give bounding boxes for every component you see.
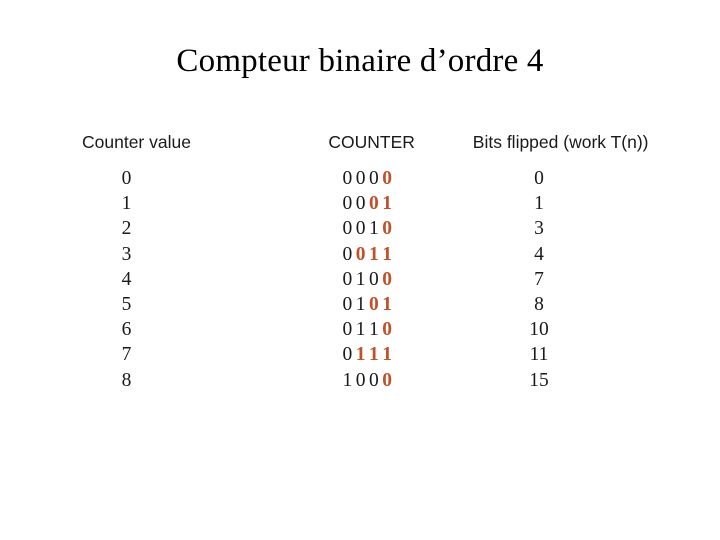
counter-bit-flipped: 1 bbox=[382, 243, 393, 265]
counter-bit-flipped: 0 bbox=[369, 193, 380, 215]
counter-bit: 0 bbox=[342, 218, 353, 240]
table-row: 100011 bbox=[60, 191, 680, 216]
counter-bit-flipped: 0 bbox=[382, 218, 393, 240]
counter-bit: 1 bbox=[355, 268, 366, 290]
counter-bit-flipped: 1 bbox=[382, 193, 393, 215]
counter-bit-flipped: 0 bbox=[382, 168, 393, 189]
cell-counter-value: 4 bbox=[121, 268, 132, 290]
cell-counter-value: 7 bbox=[121, 344, 132, 366]
counter-bit-flipped: 0 bbox=[382, 369, 393, 391]
counter-bit: 0 bbox=[342, 243, 353, 265]
cell-bits-flipped: 8 bbox=[534, 293, 544, 315]
counter-bit: 1 bbox=[369, 319, 380, 341]
counter-bit: 1 bbox=[342, 369, 353, 391]
cell-bits-flipped: 10 bbox=[529, 319, 549, 341]
counter-bit: 0 bbox=[355, 168, 366, 189]
table-header-row: Counter value COUNTER Bits flipped (work… bbox=[60, 131, 680, 157]
column-header-counter-value: Counter value bbox=[82, 132, 191, 152]
cell-bits-flipped: 4 bbox=[534, 243, 544, 265]
counter-bit: 1 bbox=[369, 218, 380, 240]
cell-counter-bits: 0010 bbox=[275, 216, 460, 241]
counter-bit: 0 bbox=[342, 168, 353, 189]
counter-bit-flipped: 1 bbox=[382, 344, 393, 366]
table-row: 000000 bbox=[60, 166, 680, 191]
counter-bit-flipped: 0 bbox=[355, 243, 366, 265]
cell-counter-value: 2 bbox=[121, 218, 132, 240]
counter-bit: 0 bbox=[355, 193, 366, 215]
counter-bit: 0 bbox=[342, 293, 353, 315]
table-row: 200103 bbox=[60, 216, 680, 241]
table-row: 6 0 1 1 0 10 bbox=[60, 317, 680, 342]
table-row: 401007 bbox=[60, 267, 680, 292]
cell-bits-flipped: 11 bbox=[529, 344, 549, 366]
cell-counter-bits: 0101 bbox=[275, 292, 460, 317]
counter-bit: 0 bbox=[369, 369, 380, 391]
counter-bit: 0 bbox=[342, 344, 353, 366]
table-body: 0000001000112001033001144010075010186011… bbox=[60, 166, 680, 393]
counter-bit-flipped: 1 bbox=[355, 344, 366, 366]
counter-bit: 0 bbox=[355, 369, 366, 391]
cell-counter-value: 0 bbox=[121, 168, 132, 189]
counter-bit-flipped: 0 bbox=[369, 293, 380, 315]
cell-bits-flipped: 7 bbox=[534, 268, 544, 290]
table-row: 7 0 1 1 1 11 bbox=[60, 342, 680, 367]
cell-counter-value: 3 bbox=[121, 243, 132, 265]
table-row: 300114 bbox=[60, 242, 680, 267]
counter-bit: 0 bbox=[342, 268, 353, 290]
table-row: 501018 bbox=[60, 292, 680, 317]
counter-bit: 0 bbox=[355, 218, 366, 240]
cell-counter-value: 6 bbox=[121, 319, 132, 341]
counter-bit-flipped: 1 bbox=[369, 243, 380, 265]
counter-bit-flipped: 1 bbox=[369, 344, 380, 366]
counter-bit-flipped: 0 bbox=[382, 268, 393, 290]
counter-table: Counter value COUNTER Bits flipped (work… bbox=[60, 131, 680, 393]
cell-counter-value: 8 bbox=[121, 369, 132, 391]
cell-counter-value: 1 bbox=[121, 193, 132, 215]
column-header-bits-flipped: Bits flipped (work T(n)) bbox=[472, 132, 649, 152]
counter-bit: 0 bbox=[342, 319, 353, 341]
counter-bit: 1 bbox=[355, 319, 366, 341]
cell-bits-flipped: 1 bbox=[534, 193, 544, 215]
slide-canvas: Compteur binaire d’ordre 4 Counter value… bbox=[0, 0, 720, 540]
column-header-counter: COUNTER bbox=[328, 132, 415, 152]
counter-bit: 0 bbox=[369, 268, 380, 290]
table-row: 8 1 0 0 0 15 bbox=[60, 368, 680, 393]
counter-bit-flipped: 0 bbox=[382, 319, 393, 341]
cell-counter-bits: 0001 bbox=[275, 191, 460, 216]
cell-counter-bits: 0111 bbox=[275, 342, 460, 367]
cell-bits-flipped: 15 bbox=[529, 369, 549, 391]
cell-counter-bits: 1000 bbox=[275, 368, 460, 393]
counter-bit: 0 bbox=[369, 168, 380, 189]
counter-bit: 1 bbox=[355, 293, 366, 315]
counter-bit: 0 bbox=[342, 193, 353, 215]
cell-bits-flipped: 3 bbox=[534, 218, 544, 240]
page-title: Compteur binaire d’ordre 4 bbox=[176, 43, 544, 79]
cell-counter-bits: 0011 bbox=[275, 242, 460, 267]
cell-bits-flipped: 0 bbox=[534, 168, 544, 189]
cell-counter-bits: 0100 bbox=[275, 267, 460, 292]
cell-counter-bits: 0110 bbox=[275, 317, 460, 342]
cell-counter-bits: 0000 bbox=[275, 166, 460, 191]
counter-bit-flipped: 1 bbox=[382, 293, 393, 315]
cell-counter-value: 5 bbox=[121, 293, 132, 315]
